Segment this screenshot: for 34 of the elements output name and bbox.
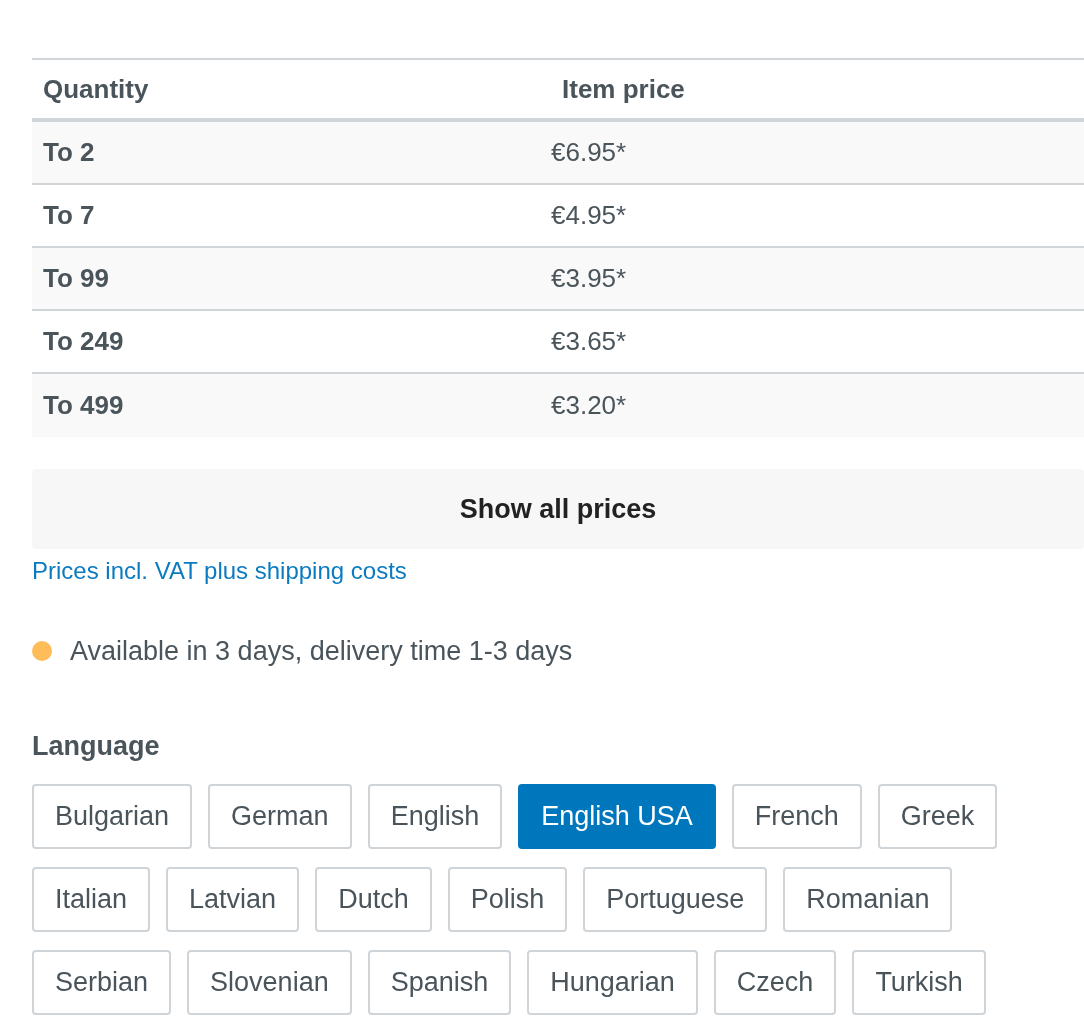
- language-option[interactable]: French: [731, 784, 862, 849]
- quantity-cell-text: To 499: [42, 389, 125, 422]
- language-option[interactable]: Dutch: [315, 867, 432, 932]
- price-cell-text: €3.95*: [551, 262, 628, 295]
- language-option[interactable]: Spanish: [367, 950, 512, 1015]
- price-cell-text: €6.95*: [551, 136, 628, 169]
- show-all-prices-button[interactable]: Show all prices: [32, 469, 1084, 549]
- quantity-cell-text: To 249: [42, 325, 125, 358]
- language-option[interactable]: English USA: [518, 784, 716, 849]
- language-option[interactable]: Hungarian: [527, 950, 698, 1015]
- price-cell-text: €3.65*: [551, 325, 628, 358]
- column-header: Quantity: [42, 72, 150, 106]
- vat-shipping-link[interactable]: Prices incl. VAT plus shipping costs: [32, 557, 407, 584]
- quantity-cell-text: To 99: [42, 262, 110, 295]
- language-option[interactable]: Latvian: [166, 867, 300, 932]
- language-option[interactable]: English: [367, 784, 503, 849]
- availability-text: Available in 3 days, delivery time 1-3 days: [70, 635, 573, 668]
- language-option[interactable]: Slovenian: [187, 950, 352, 1015]
- language-option[interactable]: German: [208, 784, 352, 849]
- language-option[interactable]: Serbian: [32, 950, 172, 1015]
- language-option[interactable]: Romanian: [783, 867, 953, 932]
- quantity-cell-text: To 2: [42, 136, 96, 169]
- price-cell-text: €4.95*: [551, 199, 628, 232]
- language-option[interactable]: Portuguese: [583, 867, 768, 932]
- language-option[interactable]: Greek: [877, 784, 998, 849]
- price-cell-text: €3.20*: [551, 389, 628, 422]
- column-header: Item price: [561, 72, 686, 106]
- language-label: Language: [32, 729, 161, 763]
- language-option[interactable]: Bulgarian: [32, 784, 193, 849]
- language-option[interactable]: Turkish: [852, 950, 986, 1015]
- language-option[interactable]: Italian: [32, 867, 151, 932]
- language-option[interactable]: Polish: [447, 867, 568, 932]
- language-option[interactable]: Czech: [713, 950, 837, 1015]
- quantity-cell-text: To 7: [42, 199, 96, 232]
